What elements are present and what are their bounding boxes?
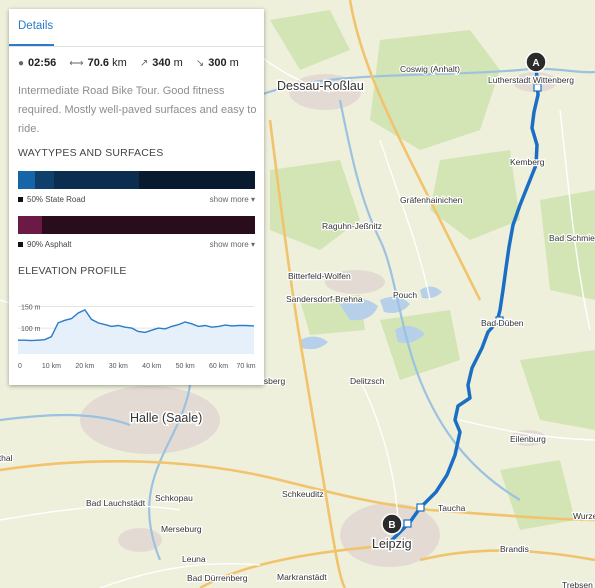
surface-segment (18, 216, 42, 234)
map-label-schkeuditz: Schkeuditz (282, 489, 324, 499)
descent-icon: ↘ (195, 58, 205, 69)
surface-show-more[interactable]: show more ▾ (210, 240, 255, 249)
elevation-x-tick-label: 0 (18, 363, 22, 370)
map-label-bad-d-ben: Bad Düben (481, 318, 524, 328)
map-label-sandersdorf-brehna: Sandersdorf-Brehna (286, 294, 363, 304)
tab-details[interactable]: Details (18, 20, 53, 32)
map-label-bad-d-rrenberg: Bad Dürrenberg (187, 573, 248, 583)
surface-bar[interactable] (18, 216, 255, 234)
elevation-x-tick-label: 30 km (109, 363, 128, 370)
start-marker[interactable]: A (525, 51, 547, 73)
surface-legend: 90% Asphalt (18, 240, 71, 249)
distance-value: 70.6 (87, 57, 110, 69)
elevation-y-tick-label: 100 m (21, 326, 41, 333)
waytype-bar[interactable] (18, 171, 255, 189)
map-label-merseburg: Merseburg (161, 524, 202, 534)
chevron-down-icon: ▾ (250, 240, 255, 249)
map-label-trebsen: Trebsen (562, 580, 593, 588)
map-label-teutschenthal: Teutschenthal (0, 453, 13, 463)
elevation-heading: ELEVATION PROFILE (18, 265, 127, 277)
details-panel: Details ● 02:56 ⟷ 70.6 km ↗ 340 m ↘ 300 m In… (9, 9, 264, 385)
legend-swatch (18, 242, 23, 248)
map-label-gr-fenhainichen: Gräfenhainichen (400, 195, 463, 205)
map-label-pouch: Pouch (393, 290, 417, 300)
map-label-lutherstadt-wittenberg: Lutherstadt Wittenberg (488, 75, 574, 85)
elevation-x-tick-label: 50 km (176, 363, 195, 370)
map-label-halle-saale-: Halle (Saale) (130, 411, 202, 425)
waytype-show-more[interactable]: show more ▾ (210, 195, 255, 204)
waytype-segment (138, 171, 255, 189)
surface-segment (41, 216, 255, 234)
waytypes-heading: WAYTYPES AND SURFACES (18, 147, 164, 159)
tour-stats: ● 02:56 ⟷ 70.6 km ↗ 340 m ↘ 300 m (18, 57, 249, 69)
map-label-leuna: Leuna (182, 554, 206, 564)
svg-text:A: A (532, 58, 539, 69)
clock-icon: ● (18, 58, 25, 69)
map-label-brandis: Brandis (500, 544, 529, 554)
tab-divider (9, 46, 264, 47)
ascent-unit: m (173, 57, 183, 69)
ascent-value: 340 (152, 57, 171, 69)
surface-show-more-label: show more (209, 240, 249, 249)
descent-unit: m (229, 57, 239, 69)
elevation-x-tick-label: 40 km (142, 363, 161, 370)
svg-text:B: B (388, 520, 395, 531)
elevation-y-tick-label: 150 m (21, 304, 41, 311)
waytype-segment (53, 171, 139, 189)
map-label-delitzsch: Delitzsch (350, 376, 385, 386)
map-label-leipzig: Leipzig (372, 537, 412, 551)
map-label-bitterfeld-wolfen: Bitterfeld-Wolfen (288, 271, 351, 281)
map-label-taucha: Taucha (438, 503, 466, 513)
elevation-x-tick-label: 10 km (42, 363, 61, 370)
map-label-wurzen: Wurzen (573, 511, 595, 521)
tour-description: Intermediate Road Bike Tour. Good fitnes… (18, 85, 257, 135)
distance-unit: km (112, 57, 127, 69)
waytype-legend: 50% State Road (18, 195, 85, 204)
waytype-show-more-label: show more (209, 195, 249, 204)
distance-icon: ⟷ (69, 58, 84, 69)
map-label-dessau-ro-lau: Dessau-Roßlau (277, 79, 364, 93)
waytype-segment (34, 171, 54, 189)
waytype-legend-text: 50% State Road (27, 195, 86, 204)
surface-legend-text: 90% Asphalt (27, 240, 72, 249)
map-label-schkopau: Schkopau (155, 493, 193, 503)
map-label-kemberg: Kemberg (510, 157, 545, 167)
map-label-markranst-dt: Markranstädt (277, 572, 327, 582)
map-label-bad-schmiedeberg: Bad Schmiedeberg (549, 233, 595, 243)
elevation-x-tick-label: 20 km (75, 363, 94, 370)
map-label-coswig-anhalt-: Coswig (Anhalt) (400, 64, 460, 74)
end-marker[interactable]: B (381, 513, 403, 535)
elevation-x-tick-label: 60 km (209, 363, 228, 370)
chevron-down-icon: ▾ (250, 195, 255, 204)
waytype-segment (18, 171, 35, 189)
map-label-bad-lauchst-dt: Bad Lauchstädt (86, 498, 146, 508)
legend-swatch (18, 197, 23, 203)
descent-value: 300 (208, 57, 227, 69)
map-label-eilenburg: Eilenburg (510, 434, 546, 444)
elevation-x-tick-label: 70 km (236, 363, 255, 370)
elevation-chart[interactable]: 150 m100 m50 m010 km20 km30 km40 km50 km… (18, 292, 258, 372)
ascent-icon: ↗ (139, 58, 149, 69)
map-label-raguhn-je-nitz: Raguhn-Jeßnitz (322, 221, 382, 231)
duration-value: 02:56 (28, 57, 57, 69)
